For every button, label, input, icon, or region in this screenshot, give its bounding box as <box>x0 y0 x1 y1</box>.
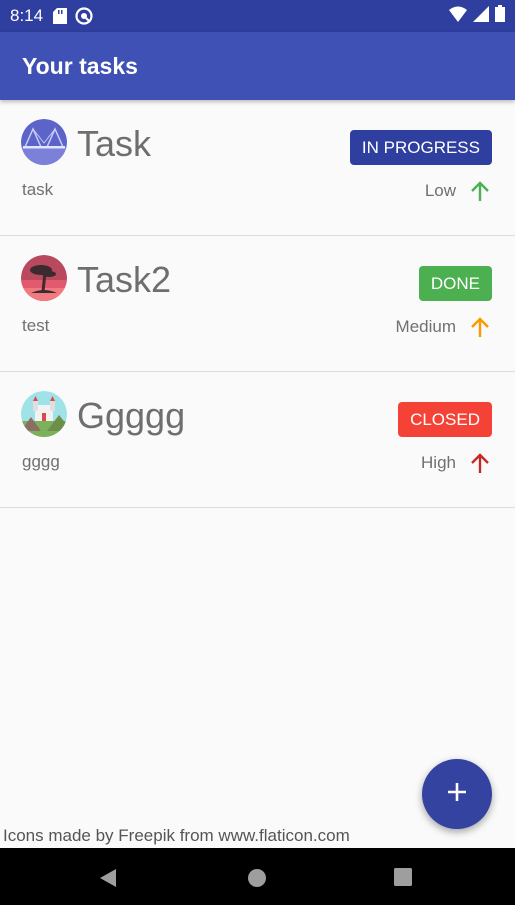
plus-icon <box>446 781 468 808</box>
arrow-up-icon <box>470 180 490 202</box>
status-time: 8:14 <box>10 6 44 25</box>
page-title: Your tasks <box>22 52 138 79</box>
attribution-text: Icons made by Freepik from www.flaticon.… <box>3 826 350 845</box>
task-title: Task <box>77 123 152 164</box>
task-list: Task task IN PROGRESS Low Task2 test DON… <box>0 100 515 508</box>
arrow-up-icon <box>470 452 490 474</box>
priority-indicator: Medium <box>396 316 490 338</box>
task-description: task <box>22 180 54 199</box>
signal-icon <box>473 5 489 27</box>
priority-label: High <box>421 453 456 472</box>
battery-icon <box>495 5 505 27</box>
app-bar: Your tasks <box>0 32 515 100</box>
back-icon[interactable] <box>98 868 118 893</box>
arrow-up-icon <box>470 316 490 338</box>
task-item[interactable]: Ggggg gggg CLOSED High <box>0 372 515 508</box>
status-bar: 8:14 <box>0 0 515 32</box>
sd-card-icon <box>53 8 68 24</box>
task-title: Ggggg <box>77 395 186 436</box>
no-disturb-icon <box>75 7 93 25</box>
castle-icon <box>21 391 67 437</box>
priority-label: Low <box>424 181 456 200</box>
recents-icon[interactable] <box>394 868 412 891</box>
tree-sunset-icon <box>21 255 67 301</box>
priority-label: Medium <box>395 317 456 336</box>
task-item[interactable]: Task2 test DONE Medium <box>0 236 515 372</box>
task-item[interactable]: Task task IN PROGRESS Low <box>0 100 515 236</box>
navigation-bar <box>0 848 515 905</box>
add-task-button[interactable] <box>422 759 492 829</box>
wifi-icon <box>449 6 467 27</box>
bridge-icon <box>21 119 67 165</box>
status-badge: IN PROGRESS <box>349 130 492 165</box>
task-description: gggg <box>22 452 60 471</box>
task-title: Task2 <box>77 259 172 300</box>
status-badge: DONE <box>418 266 492 301</box>
task-description: test <box>22 316 50 335</box>
status-badge: CLOSED <box>398 402 492 437</box>
priority-indicator: High <box>421 452 490 474</box>
priority-indicator: Low <box>425 180 490 202</box>
home-icon[interactable] <box>247 868 267 893</box>
